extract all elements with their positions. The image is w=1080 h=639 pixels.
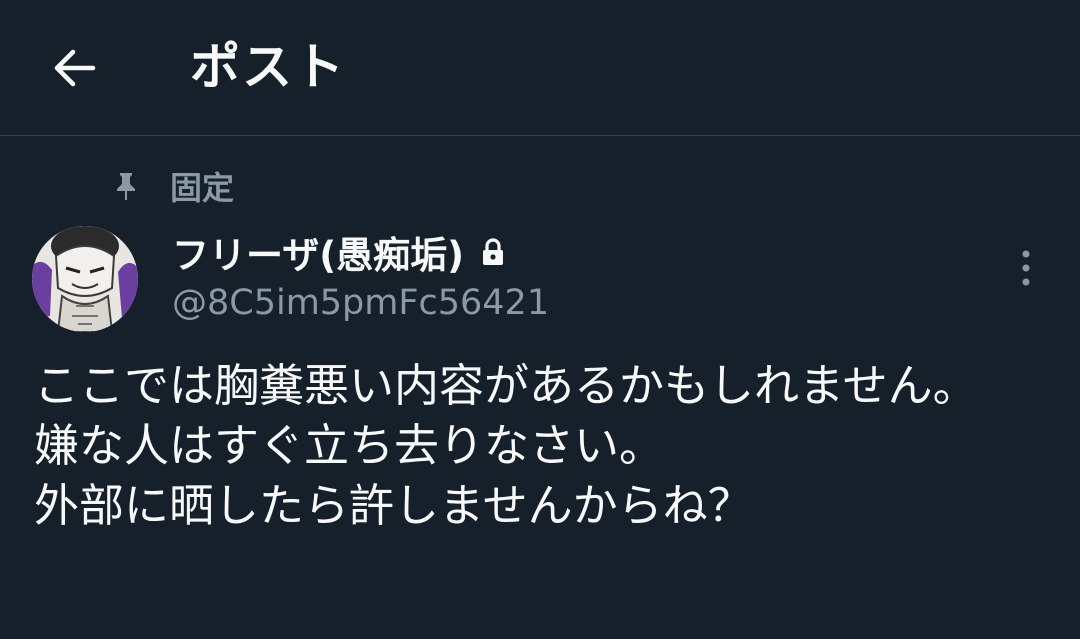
page-title: ポスト <box>190 38 346 96</box>
author-handle[interactable]: @8C5im5pmFc56421 <box>172 280 549 326</box>
pinned-indicator: 固定 <box>112 164 234 208</box>
avatar-image <box>32 226 138 332</box>
back-button[interactable] <box>40 34 108 102</box>
author-name-row: フリーザ(愚痴垢) <box>172 226 506 278</box>
pin-icon <box>112 168 140 204</box>
top-app-bar: ポスト <box>0 0 1080 136</box>
post-text: ここでは胸糞悪い内容があるかもしれません。 嫌な人はすぐ立ち去りなさい。 外部に… <box>34 359 978 532</box>
post-detail-page: ポスト 固定 フリーザ(愚痴垢) @8C5im5pmFc56421 ここでは胸糞… <box>0 0 1080 639</box>
more-vertical-icon <box>1022 250 1030 286</box>
lock-icon <box>480 236 506 268</box>
pinned-label: 固定 <box>170 169 235 207</box>
more-options-button[interactable] <box>1006 244 1046 292</box>
author-display-name[interactable]: フリーザ(愚痴垢) <box>172 225 464 279</box>
arrow-left-icon <box>54 49 96 87</box>
avatar[interactable] <box>32 226 138 332</box>
